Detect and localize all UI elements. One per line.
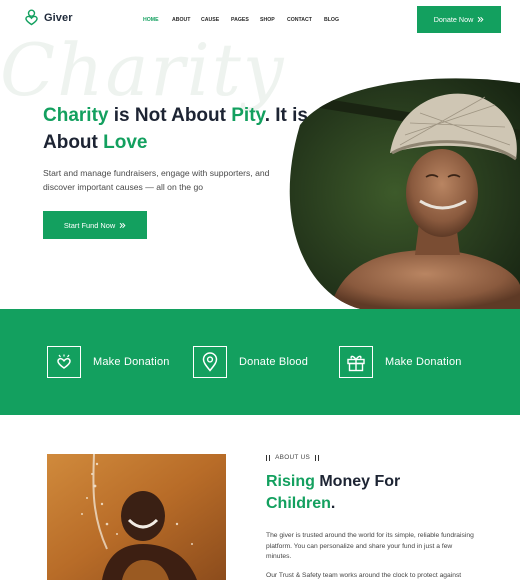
chevron-double-right-icon xyxy=(119,222,126,228)
hero-title-word-charity: Charity xyxy=(43,105,109,126)
hero-photo xyxy=(289,78,520,310)
feature-make-donation[interactable]: Make Donation xyxy=(47,346,170,378)
tag-bars-icon xyxy=(315,454,320,461)
main-nav: HOME ABOUT CAUSE PAGES SHOP CONTACT BLOG xyxy=(143,17,339,23)
hero-title-text: is Not About xyxy=(108,105,232,126)
feature-label: Make Donation xyxy=(93,356,170,368)
gift-box-icon xyxy=(347,355,365,371)
feature-icon-box xyxy=(193,346,227,378)
logo-text: Giver xyxy=(44,11,73,24)
about-photo xyxy=(47,454,226,580)
feature-label: Donate Blood xyxy=(239,356,309,368)
feature-make-donation-2[interactable]: Make Donation xyxy=(339,346,462,378)
nav-blog[interactable]: BLOG xyxy=(324,17,339,23)
nav-contact[interactable]: CONTACT xyxy=(287,17,324,23)
giver-logo-icon xyxy=(25,9,38,26)
features-band: Make Donation Donate Blood Make Donation xyxy=(0,309,520,415)
about-title: Rising Money For Children. xyxy=(266,471,466,515)
about-title-word-rising: Rising xyxy=(266,473,315,490)
nav-pages[interactable]: PAGES xyxy=(231,17,260,23)
feature-donate-blood[interactable]: Donate Blood xyxy=(193,346,308,378)
feature-icon-box xyxy=(339,346,373,378)
about-title-word-children: Children xyxy=(266,495,331,512)
feature-label: Make Donation xyxy=(385,356,462,368)
about-paragraph-2: Our Trust & Safety team works around the… xyxy=(266,572,462,579)
donate-now-button[interactable]: Donate Now xyxy=(417,6,501,33)
about-paragraph-1: The giver is trusted around the world fo… xyxy=(266,532,474,560)
hero-title-word-pity: Pity xyxy=(231,105,265,126)
location-pin-icon xyxy=(202,352,218,372)
donate-now-label: Donate Now xyxy=(433,15,474,24)
nav-shop[interactable]: SHOP xyxy=(260,17,287,23)
nav-cause[interactable]: CAUSE xyxy=(201,17,231,23)
logo[interactable]: Giver xyxy=(24,9,73,26)
nav-about[interactable]: ABOUT xyxy=(172,17,201,23)
start-fund-label: Start Fund Now xyxy=(63,220,116,230)
hero-background-word: Charity xyxy=(0,28,286,112)
hero-description: Start and manage fundraisers, engage wit… xyxy=(43,168,270,192)
about-tag: ABOUT US xyxy=(266,454,320,461)
feature-icon-box xyxy=(47,346,81,378)
chevron-double-right-icon xyxy=(477,16,484,23)
about-tag-label: ABOUT US xyxy=(275,454,311,461)
heart-hands-icon xyxy=(57,354,71,369)
about-title-text: Money For xyxy=(314,473,401,490)
hero-title-word-love: Love xyxy=(103,132,148,153)
tag-bars-icon xyxy=(266,454,271,461)
about-title-period: . xyxy=(330,495,336,512)
start-fund-button[interactable]: Start Fund Now xyxy=(43,211,147,239)
nav-home[interactable]: HOME xyxy=(143,17,172,23)
